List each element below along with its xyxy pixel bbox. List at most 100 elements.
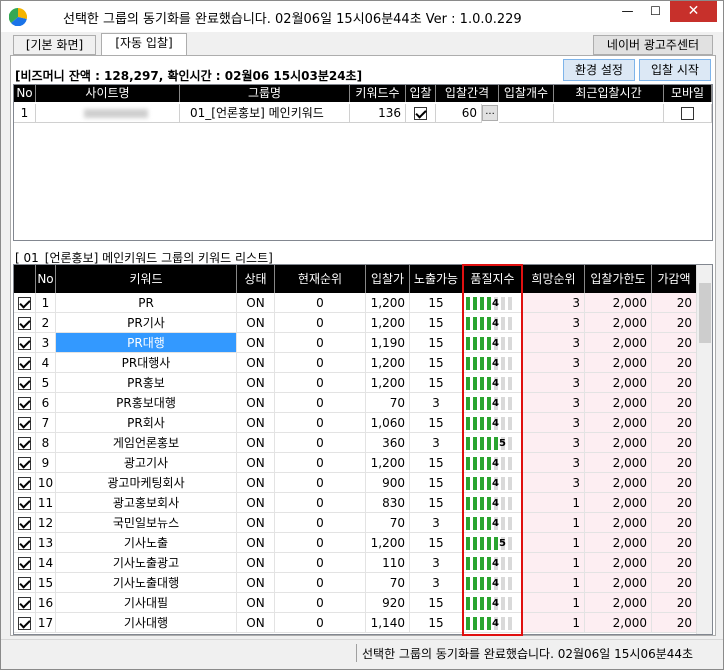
kw-col-bid[interactable]: 입찰가 <box>366 265 410 293</box>
row-checkbox[interactable] <box>18 497 31 510</box>
kw-col-no[interactable]: No <box>36 265 56 293</box>
quality-highlight-box <box>462 264 523 636</box>
row-checkbox[interactable] <box>18 357 31 370</box>
site-col-bid-count[interactable]: 입찰개수 <box>499 85 554 102</box>
table-row[interactable]: 4 PR대행사 ON 0 1,200 15 4 3 2,000 20 <box>14 353 697 373</box>
cell-limit: 2,000 <box>585 453 652 473</box>
row-checkbox[interactable] <box>18 437 31 450</box>
site-row-bid[interactable] <box>406 104 436 123</box>
interval-ellipsis-button[interactable]: ... <box>482 105 498 121</box>
cell-status: ON <box>237 513 275 533</box>
row-checkbox[interactable] <box>18 297 31 310</box>
site-col-site[interactable]: 사이트명 <box>36 85 180 102</box>
cell-bid: 1,200 <box>366 313 410 333</box>
cell-exposure: 15 <box>410 373 463 393</box>
cell-exposure: 15 <box>410 293 463 313</box>
table-row[interactable]: 12 국민일보뉴스 ON 0 70 3 4 1 2,000 20 <box>14 513 697 533</box>
tab-basic-screen[interactable]: [기본 화면] <box>13 35 96 55</box>
row-checkbox[interactable] <box>18 377 31 390</box>
cell-keyword: 기사대필 <box>56 593 237 613</box>
start-bid-button[interactable]: 입찰 시작 <box>639 59 711 81</box>
kw-col-keyword[interactable]: 키워드 <box>56 265 237 293</box>
maximize-button[interactable]: ☐ <box>642 1 669 22</box>
site-col-keyword-count[interactable]: 키워드수 <box>350 85 406 102</box>
cell-exposure: 3 <box>410 573 463 593</box>
keyword-grid-scrollbar[interactable] <box>696 265 712 634</box>
table-row[interactable]: 3 PR대행 ON 0 1,190 15 4 3 2,000 20 <box>14 333 697 353</box>
table-row[interactable]: 14 기사노출광고 ON 0 110 3 4 1 2,000 20 <box>14 553 697 573</box>
cell-no: 2 <box>36 313 56 333</box>
site-col-bid[interactable]: 입찰 <box>406 85 436 102</box>
cell-keyword: PR <box>56 293 237 313</box>
table-row[interactable]: 5 PR홍보 ON 0 1,200 15 4 3 2,000 20 <box>14 373 697 393</box>
table-row[interactable]: 10 광고마케팅회사 ON 0 900 15 4 3 2,000 20 <box>14 473 697 493</box>
cell-exposure: 15 <box>410 413 463 433</box>
settings-button[interactable]: 환경 설정 <box>563 59 635 81</box>
kw-col-delta[interactable]: 가감액 <box>652 265 697 293</box>
row-checkbox[interactable] <box>18 397 31 410</box>
row-checkbox[interactable] <box>18 317 31 330</box>
naver-ad-center-button[interactable]: 네이버 광고주센터 <box>593 35 713 55</box>
table-row[interactable]: 9 광고기사 ON 0 1,200 15 4 3 2,000 20 <box>14 453 697 473</box>
bid-checkbox[interactable] <box>414 107 427 120</box>
cell-limit: 2,000 <box>585 293 652 313</box>
kw-col-rank[interactable]: 현재순위 <box>275 265 366 293</box>
cell-rank: 0 <box>275 473 366 493</box>
cell-status: ON <box>237 613 275 633</box>
table-row[interactable]: 6 PR홍보대행 ON 0 70 3 4 3 2,000 20 <box>14 393 697 413</box>
minimize-button[interactable]: — <box>614 1 641 22</box>
cell-bid: 1,060 <box>366 413 410 433</box>
cell-keyword: 게임언론홍보 <box>56 433 237 453</box>
table-row[interactable]: 13 기사노출 ON 0 1,200 15 5 1 2,000 20 <box>14 533 697 553</box>
cell-bid: 70 <box>366 573 410 593</box>
row-checkbox[interactable] <box>18 577 31 590</box>
table-row[interactable]: 7 PR회사 ON 0 1,060 15 4 3 2,000 20 <box>14 413 697 433</box>
cell-keyword: PR홍보 <box>56 373 237 393</box>
cell-rank: 0 <box>275 433 366 453</box>
cell-rank: 0 <box>275 593 366 613</box>
kw-col-check[interactable] <box>14 265 36 293</box>
cell-exposure: 15 <box>410 533 463 553</box>
site-row-mobile[interactable] <box>664 104 712 123</box>
row-checkbox[interactable] <box>18 597 31 610</box>
scrollbar-thumb[interactable] <box>699 283 711 343</box>
site-col-last-bid[interactable]: 최근입찰시간 <box>554 85 664 102</box>
table-row[interactable]: 16 기사대필 ON 0 920 15 4 1 2,000 20 <box>14 593 697 613</box>
row-checkbox[interactable] <box>18 457 31 470</box>
row-checkbox[interactable] <box>18 557 31 570</box>
table-row[interactable]: 1 PR ON 0 1,200 15 4 3 2,000 20 <box>14 293 697 313</box>
row-checkbox[interactable] <box>18 477 31 490</box>
kw-col-hope-rank[interactable]: 희망순위 <box>523 265 585 293</box>
kw-col-status[interactable]: 상태 <box>237 265 275 293</box>
cell-keyword-selected[interactable]: PR대행 <box>56 333 237 353</box>
table-row[interactable]: 15 기사노출대행 ON 0 70 3 4 1 2,000 20 <box>14 573 697 593</box>
window-title: 선택한 그룹의 동기화를 완료했습니다. 02월06일 15시06분44초 Ve… <box>63 12 522 27</box>
cell-rank: 0 <box>275 613 366 633</box>
site-col-mobile[interactable]: 모바일 <box>664 85 712 102</box>
tab-auto-bid[interactable]: [자동 입찰] <box>101 33 187 55</box>
table-row[interactable]: 8 게임언론홍보 ON 0 360 3 5 3 2,000 20 <box>14 433 697 453</box>
row-checkbox[interactable] <box>18 617 31 630</box>
mobile-checkbox[interactable] <box>681 107 694 120</box>
row-checkbox-cell <box>14 313 36 333</box>
row-checkbox-cell <box>14 593 36 613</box>
cell-hope-rank: 3 <box>523 473 585 493</box>
row-checkbox[interactable] <box>18 337 31 350</box>
row-checkbox[interactable] <box>18 537 31 550</box>
status-bar: 선택한 그룹의 동기화를 완료했습니다. 02월06일 15시06분44초 <box>1 639 723 669</box>
title-bar: 선택한 그룹의 동기화를 완료했습니다. 02월06일 15시06분44초 Ve… <box>1 1 723 32</box>
row-checkbox[interactable] <box>18 517 31 530</box>
close-button[interactable]: ✕ <box>670 1 717 22</box>
cell-no: 10 <box>36 473 56 493</box>
site-col-group[interactable]: 그룹명 <box>180 85 350 102</box>
site-col-interval[interactable]: 입찰간격 <box>436 85 499 102</box>
cell-status: ON <box>237 493 275 513</box>
table-row[interactable]: 2 PR기사 ON 0 1,200 15 4 3 2,000 20 <box>14 313 697 333</box>
kw-col-exposure[interactable]: 노출가능 <box>410 265 463 293</box>
table-row[interactable]: 17 기사대행 ON 0 1,140 15 4 1 2,000 20 <box>14 613 697 633</box>
kw-col-limit[interactable]: 입찰가한도 <box>585 265 652 293</box>
cell-rank: 0 <box>275 533 366 553</box>
table-row[interactable]: 11 광고홍보회사 ON 0 830 15 4 1 2,000 20 <box>14 493 697 513</box>
site-col-no[interactable]: No <box>14 85 36 102</box>
row-checkbox[interactable] <box>18 417 31 430</box>
